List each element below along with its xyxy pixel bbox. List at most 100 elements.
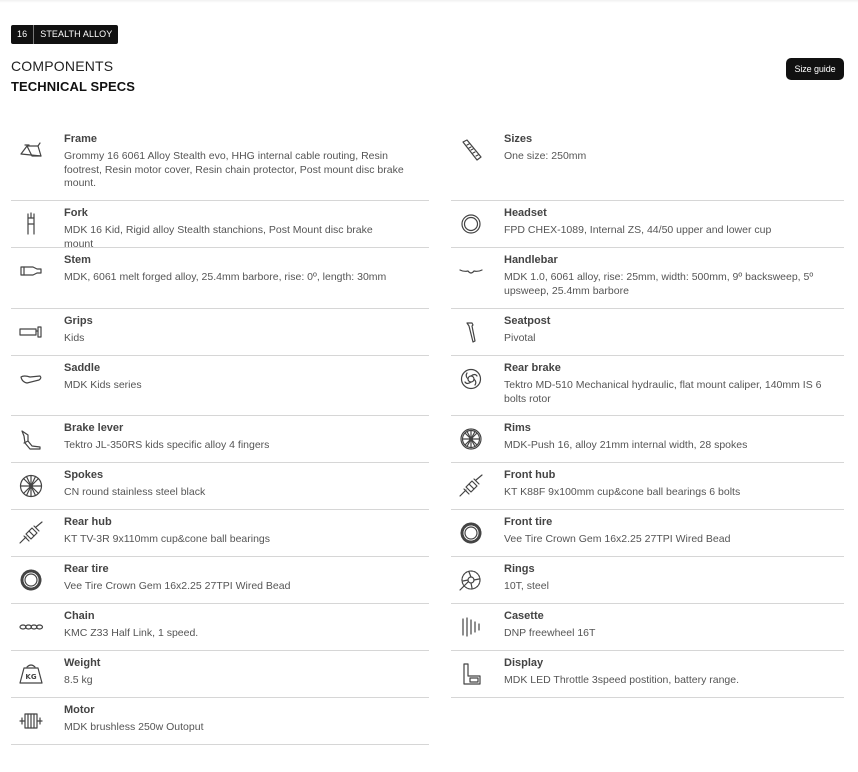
spec-label: Rings (504, 563, 535, 575)
spec-label: Front tire (504, 516, 553, 528)
row-divider (11, 744, 429, 745)
spec-value: Pivotal (504, 332, 536, 344)
chainring-icon (457, 568, 485, 592)
spec-label: Brake lever (64, 422, 124, 434)
grip-icon-svg (19, 326, 42, 338)
brake-rotor-icon (457, 367, 485, 391)
spec-label: Stem (64, 254, 91, 266)
row-divider (451, 247, 844, 248)
spec-value: 8.5 kg (64, 674, 93, 686)
spec-value: Tektro MD-510 Mechanical hydraulic, flat… (504, 379, 822, 405)
spec-value: FPD CHEX-1089, Internal ZS, 44/50 upper … (504, 224, 772, 236)
row-divider (11, 200, 429, 201)
front-hub-icon (457, 474, 485, 498)
spec-value: MDK 1.0, 6061 alloy, rise: 25mm, width: … (504, 271, 814, 297)
row-divider (11, 247, 429, 248)
spec-value: CN round stainless steel black (64, 486, 206, 498)
spec-value: MDK Kids series (64, 379, 142, 391)
brake-rotor-icon-svg (460, 368, 482, 390)
spec-value: Grommy 16 6061 Alloy Stealth evo, HHG in… (64, 150, 404, 189)
spec-label: Grips (64, 315, 93, 327)
chainring-icon-svg (459, 570, 481, 591)
tire-icon (17, 568, 45, 592)
tire-icon (457, 521, 485, 545)
handlebar-icon-svg (459, 269, 483, 274)
ruler-icon-svg (462, 139, 482, 161)
spec-label: Headset (504, 207, 547, 219)
spec-value: Vee Tire Crown Gem 16x2.25 27TPI Wired B… (64, 580, 291, 592)
handlebar-icon (457, 259, 485, 283)
spec-label: Frame (64, 133, 98, 145)
tire-icon-svg (20, 569, 42, 591)
rim-icon-svg (460, 428, 482, 450)
row-divider (451, 200, 844, 201)
spec-value: 10T, steel (504, 580, 549, 592)
spec-label: Rear brake (504, 362, 561, 374)
ruler-icon (457, 138, 485, 162)
brake-lever-icon-svg (21, 430, 41, 450)
rim-icon (457, 427, 485, 451)
row-divider (451, 556, 844, 557)
rear-hub-icon-svg (19, 521, 43, 544)
spec-label: Saddle (64, 362, 101, 374)
front-hub-icon-svg (459, 474, 483, 497)
spokes-icon (17, 474, 45, 498)
spec-label: Handlebar (504, 254, 558, 266)
motor-icon-svg (19, 713, 43, 729)
rear-hub-icon (17, 521, 45, 545)
spec-value: KT K88F 9x100mm cup&cone ball bearings 6… (504, 486, 741, 498)
brake-lever-icon (17, 427, 45, 451)
spec-value: Kids (64, 332, 85, 344)
spec-value: MDK-Push 16, alloy 21mm internal width, … (504, 439, 748, 451)
display-icon-svg (463, 663, 481, 685)
display-icon (457, 662, 485, 686)
spec-label: Display (504, 657, 544, 669)
stem-icon-svg (20, 266, 42, 276)
seatpost-icon-svg (466, 322, 476, 343)
spec-value: KT TV-3R 9x110mm cup&cone ball bearings (64, 533, 271, 545)
fork-icon (17, 212, 45, 236)
row-divider (11, 355, 429, 356)
spec-label: Motor (64, 704, 95, 716)
svg-text:KG: KG (25, 673, 36, 681)
spec-label: Casette (504, 610, 544, 622)
row-divider (451, 308, 844, 309)
stem-icon (17, 259, 45, 283)
spec-label: Weight (64, 657, 101, 669)
row-divider (451, 650, 844, 651)
spec-label: Front hub (504, 469, 556, 481)
tire-icon-svg (460, 522, 482, 544)
weight-icon: KG (17, 662, 45, 686)
grip-icon (17, 320, 45, 344)
spec-value: Vee Tire Crown Gem 16x2.25 27TPI Wired B… (504, 533, 731, 545)
cassette-icon (457, 615, 485, 639)
chain-icon (17, 615, 45, 639)
spec-value: DNP freewheel 16T (504, 627, 596, 639)
spec-label: Rear hub (64, 516, 112, 528)
chain-icon-svg (19, 624, 44, 630)
row-divider (11, 556, 429, 557)
headset-icon-svg (461, 214, 481, 234)
row-divider (451, 415, 844, 416)
specs-grid: Frame Grommy 16 6061 Alloy Stealth evo, H… (11, 0, 844, 772)
spec-label: Spokes (64, 469, 104, 481)
row-divider (451, 462, 844, 463)
weight-icon-svg: KG (19, 664, 43, 684)
row-divider (11, 415, 429, 416)
row-divider (11, 308, 429, 309)
spec-label: Rims (504, 422, 531, 434)
spec-value: MDK, 6061 melt forged alloy, 25.4mm barb… (64, 271, 387, 283)
row-divider (11, 509, 429, 510)
frame-icon-svg (20, 142, 42, 157)
row-divider (451, 603, 844, 604)
row-divider (11, 462, 429, 463)
spec-value: MDK LED Throttle 3speed postition, batte… (504, 674, 740, 686)
row-divider (11, 650, 429, 651)
headset-icon (457, 212, 485, 236)
row-divider (11, 697, 429, 698)
fork-icon-svg (27, 212, 35, 235)
row-divider (451, 697, 844, 698)
frame-icon (17, 138, 45, 162)
spec-label: Rear tire (64, 563, 109, 575)
spec-value: One size: 250mm (504, 150, 587, 162)
